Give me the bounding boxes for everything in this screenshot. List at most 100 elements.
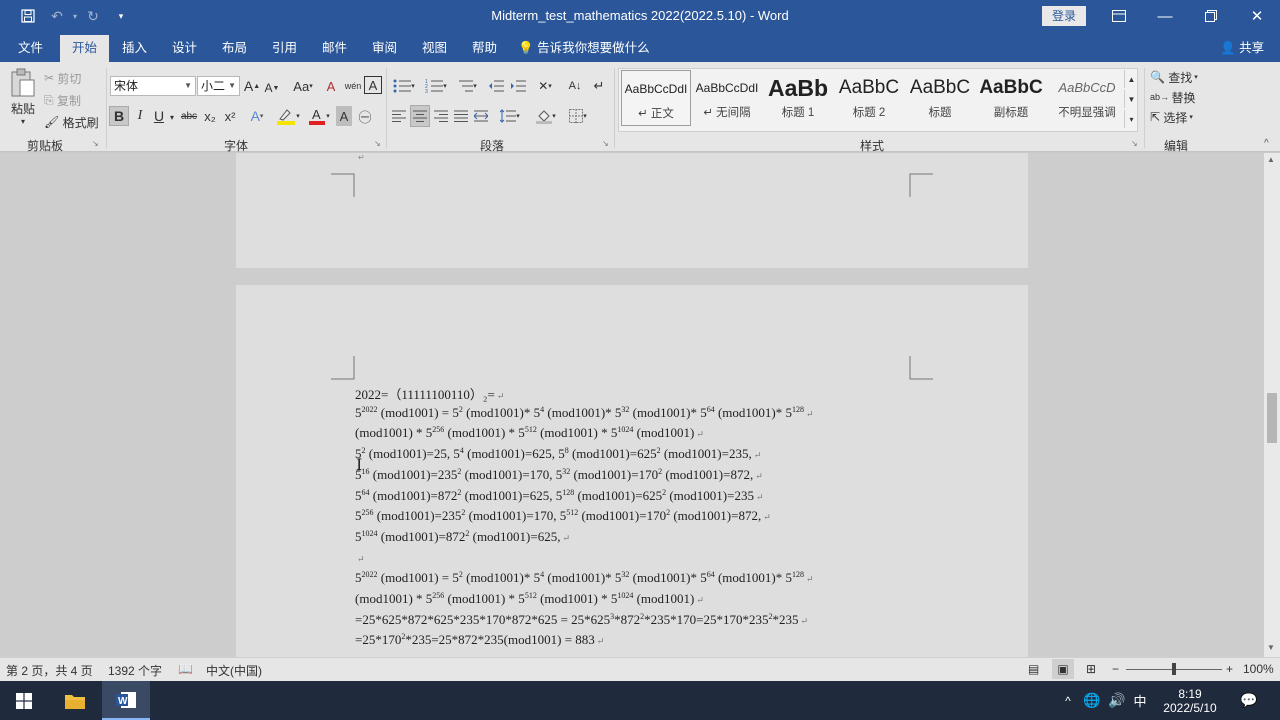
style-heading-2[interactable]: AaBbC 标题 2: [834, 70, 904, 126]
subscript-button[interactable]: x₂: [201, 106, 219, 126]
text-effects-icon[interactable]: A ▾: [246, 106, 268, 126]
document-line[interactable]: =25*1702*235=25*872*235(mod1001) = 883 ↵: [355, 632, 604, 648]
styles-more-icon[interactable]: ▾: [1124, 110, 1138, 128]
styles-scroll-down-icon[interactable]: ▼: [1124, 90, 1138, 108]
scrollbar-thumb[interactable]: [1267, 393, 1277, 443]
save-icon[interactable]: [17, 6, 39, 26]
phonetic-guide-icon[interactable]: wén: [344, 76, 362, 96]
style-subtle-emphasis[interactable]: AaBbCcD 不明显强调: [1047, 70, 1127, 126]
language-status[interactable]: 中文(中国): [206, 662, 262, 679]
italic-button[interactable]: I: [131, 106, 149, 126]
font-launcher-icon[interactable]: ↘: [374, 139, 381, 148]
tab-design[interactable]: 设计: [162, 35, 207, 62]
tab-layout[interactable]: 布局: [212, 35, 257, 62]
document-line[interactable]: 564 (mod1001)=8722 (mod1001)=625, 5128 (…: [355, 488, 763, 504]
document-line[interactable]: 51024 (mod1001)=8722 (mod1001)=625, ↵: [355, 529, 570, 545]
align-left-icon[interactable]: [390, 106, 408, 126]
font-name-combo[interactable]: 宋体 ▼: [110, 76, 196, 96]
style-heading-1[interactable]: AaBb 标题 1: [763, 70, 833, 126]
web-layout-icon[interactable]: ⊞: [1086, 662, 1096, 676]
clipboard-launcher-icon[interactable]: ↘: [92, 139, 99, 148]
chinese-layout-icon[interactable]: ✕ ▾: [532, 76, 558, 96]
cut-button[interactable]: ✂ 剪切: [44, 70, 81, 86]
redo-icon[interactable]: ↻: [82, 6, 104, 26]
style-normal[interactable]: AaBbCcDdI ↵ 正文: [621, 70, 691, 126]
paste-icon[interactable]: [8, 68, 38, 98]
tab-view[interactable]: 视图: [412, 35, 457, 62]
tab-review[interactable]: 审阅: [362, 35, 407, 62]
tab-home[interactable]: 开始: [60, 35, 110, 62]
document-line[interactable]: 52022 (mod1001) = 52 (mod1001)* 54 (mod1…: [355, 570, 814, 586]
customize-quick-access-icon[interactable]: ▾: [110, 6, 132, 26]
find-button[interactable]: 🔍 查找 ▾: [1150, 68, 1198, 86]
sort-icon[interactable]: A↓: [566, 76, 584, 96]
print-layout-icon[interactable]: ▣: [1052, 659, 1074, 679]
document-line[interactable]: ↵: [355, 550, 365, 566]
scroll-down-icon[interactable]: ▼: [1267, 643, 1275, 652]
tell-me-search[interactable]: 💡 告诉我你想要做什么: [518, 35, 650, 62]
share-button[interactable]: 👤 共享: [1220, 35, 1264, 62]
grow-font-icon[interactable]: A ▲: [244, 77, 260, 95]
word-count[interactable]: 1392 个字: [108, 662, 162, 679]
shrink-font-icon[interactable]: A ▼: [264, 79, 280, 97]
tab-help[interactable]: 帮助: [462, 35, 507, 62]
collapse-ribbon-icon[interactable]: ^: [1264, 138, 1269, 149]
font-color-icon[interactable]: A ▾: [306, 106, 332, 126]
highlight-color-icon[interactable]: ▾: [274, 106, 302, 126]
login-button[interactable]: 登录: [1042, 6, 1086, 26]
scroll-up-icon[interactable]: ▲: [1267, 155, 1275, 164]
style-subtitle[interactable]: AaBbC 副标题: [976, 70, 1046, 126]
shading-icon[interactable]: ▾: [532, 106, 560, 126]
show-marks-icon[interactable]: ↵: [590, 76, 608, 96]
tab-mailings[interactable]: 邮件: [312, 35, 357, 62]
decrease-indent-icon[interactable]: [486, 76, 506, 96]
chevron-down-icon[interactable]: ▼: [228, 77, 236, 95]
style-no-spacing[interactable]: AaBbCcDdI ↵ 无间隔: [692, 70, 762, 126]
document-line[interactable]: 2022=（11111100110）₂= ↵: [355, 384, 504, 403]
page-1[interactable]: ↵: [236, 153, 1028, 268]
borders-icon[interactable]: ▾: [564, 106, 592, 126]
styles-launcher-icon[interactable]: ↘: [1131, 139, 1138, 148]
volume-icon[interactable]: 🔊: [1106, 681, 1128, 720]
document-line[interactable]: =25*625*872*625*235*170*872*625 = 25*625…: [355, 612, 808, 628]
input-method-indicator[interactable]: 中: [1130, 681, 1150, 720]
read-mode-icon[interactable]: ▤: [1028, 662, 1039, 676]
underline-button[interactable]: U: [151, 106, 167, 126]
document-line[interactable]: 52022 (mod1001) = 52 (mod1001)* 54 (mod1…: [355, 405, 814, 421]
zoom-slider-thumb[interactable]: [1172, 663, 1176, 675]
paragraph-launcher-icon[interactable]: ↘: [602, 139, 609, 148]
tab-references[interactable]: 引用: [262, 35, 307, 62]
character-shading-icon[interactable]: A: [336, 106, 352, 126]
page-count[interactable]: 第 2 页，共 4 页: [6, 662, 93, 679]
styles-scroll-up-icon[interactable]: ▲: [1124, 70, 1138, 88]
enclose-characters-icon[interactable]: ㊀: [356, 106, 374, 126]
ribbon-display-options-icon[interactable]: [1096, 0, 1142, 32]
document-line[interactable]: (mod1001) * 5256 (mod1001) * 5512 (mod10…: [355, 591, 704, 607]
numbering-icon[interactable]: 1 2 3 ▾: [422, 76, 450, 96]
paste-dropdown-icon[interactable]: ▾: [16, 116, 30, 126]
restore-icon[interactable]: [1188, 0, 1234, 32]
clock[interactable]: 8:19 2022/5/10: [1152, 681, 1228, 720]
paste-button[interactable]: 粘贴: [6, 100, 40, 116]
justify-icon[interactable]: [452, 106, 470, 126]
show-hidden-icons[interactable]: ^: [1058, 681, 1078, 720]
file-explorer-icon[interactable]: [52, 681, 98, 720]
document-line[interactable]: (mod1001) * 5256 (mod1001) * 5512 (mod10…: [355, 425, 704, 441]
style-title[interactable]: AaBbC 标题: [905, 70, 975, 126]
line-spacing-icon[interactable]: ▾: [496, 106, 524, 126]
underline-dropdown-icon[interactable]: ▾: [167, 110, 177, 124]
tab-file[interactable]: 文件: [8, 35, 53, 62]
character-border-icon[interactable]: A: [364, 76, 382, 94]
tab-insert[interactable]: 插入: [112, 35, 157, 62]
increase-indent-icon[interactable]: [508, 76, 528, 96]
network-icon[interactable]: 🌐: [1082, 681, 1102, 720]
document-line[interactable]: 5256 (mod1001)=2352 (mod1001)=170, 5512 …: [355, 508, 771, 524]
distributed-icon[interactable]: [472, 106, 490, 126]
word-app-icon[interactable]: W: [102, 681, 150, 720]
strikethrough-button[interactable]: abc: [179, 106, 199, 126]
change-case-icon[interactable]: Aa ▾: [290, 77, 316, 95]
align-center-icon[interactable]: [410, 105, 430, 127]
zoom-in-icon[interactable]: +: [1226, 662, 1233, 676]
multilevel-list-icon[interactable]: ▾: [454, 76, 480, 96]
clear-formatting-icon[interactable]: A: [322, 77, 340, 95]
